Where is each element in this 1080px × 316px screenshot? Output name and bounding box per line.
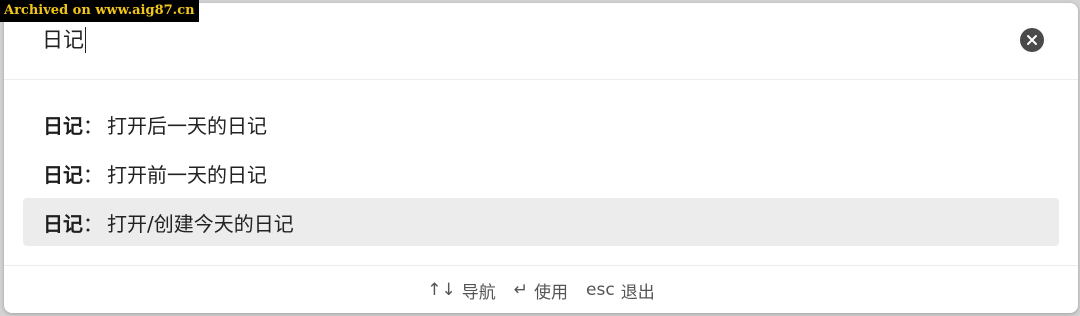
search-input[interactable]: 日记 — [42, 25, 86, 55]
result-separator: ： — [83, 113, 103, 138]
command-palette: 日记 日记：打开后一天的日记 日记：打开前一天的日记 日记：打开/创建今天的日记… — [4, 3, 1078, 313]
result-separator: ： — [83, 211, 103, 236]
arrows-icon: ↑↓ — [427, 280, 456, 300]
results-list: 日记：打开后一天的日记 日记：打开前一天的日记 日记：打开/创建今天的日记 — [23, 100, 1059, 247]
text-caret — [85, 27, 86, 53]
hint-exit: esc 退出 — [586, 278, 655, 303]
result-prefix: 日记 — [43, 113, 83, 138]
hint-use-label: 使用 — [534, 282, 569, 303]
hint-use: ↵ 使用 — [514, 278, 568, 303]
result-label: 打开后一天的日记 — [107, 113, 267, 138]
close-icon — [1027, 35, 1037, 45]
hint-navigate-label: 导航 — [461, 282, 496, 303]
search-input-value[interactable]: 日记 — [42, 25, 84, 55]
result-label: 打开前一天的日记 — [107, 162, 267, 187]
result-item-open-today[interactable]: 日记：打开/创建今天的日记 — [23, 198, 1059, 246]
enter-icon: ↵ — [513, 280, 529, 300]
result-item-open-next-day[interactable]: 日记：打开后一天的日记 — [23, 100, 1059, 148]
hint-exit-label: 退出 — [620, 282, 655, 303]
watermark: Archived on www.aig87.cn — [0, 0, 199, 22]
result-label: 打开/创建今天的日记 — [107, 211, 294, 236]
keyboard-hints-footer: ↑↓ 导航 ↵ 使用 esc 退出 — [4, 265, 1078, 313]
result-item-open-previous-day[interactable]: 日记：打开前一天的日记 — [23, 149, 1059, 197]
result-prefix: 日记 — [43, 211, 83, 236]
result-separator: ： — [83, 162, 103, 187]
esc-key-label: esc — [586, 280, 615, 300]
result-prefix: 日记 — [43, 162, 83, 187]
hint-navigate: ↑↓ 导航 — [427, 278, 496, 303]
clear-search-button[interactable] — [1020, 28, 1044, 52]
